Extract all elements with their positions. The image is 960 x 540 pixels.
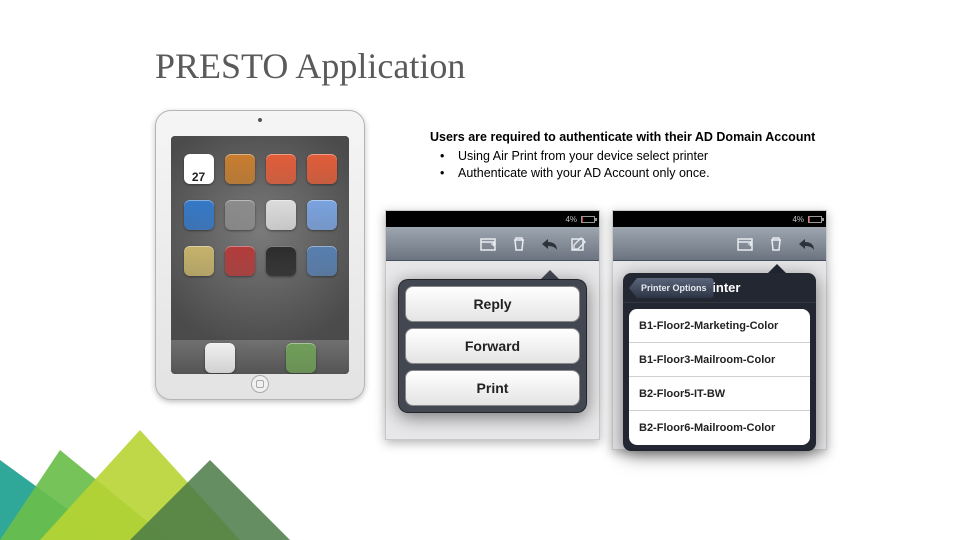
app-icon[interactable] (307, 200, 337, 230)
app-icon[interactable] (307, 154, 337, 184)
reply-button[interactable]: Reply (405, 286, 580, 322)
printer-row[interactable]: B1-Floor2-Marketing-Color (629, 309, 810, 343)
app-icon[interactable] (266, 246, 296, 276)
printer-row[interactable]: B2-Floor6-Mailroom-Color (629, 411, 810, 445)
folder-move-icon[interactable] (734, 233, 758, 255)
app-icon[interactable] (266, 200, 296, 230)
trash-icon[interactable] (764, 233, 788, 255)
printer-row[interactable]: B2-Floor5-IT-BW (629, 377, 810, 411)
battery-icon (581, 216, 595, 223)
action-sheet: Reply Forward Print (398, 279, 587, 413)
nav-bar (386, 227, 599, 261)
decorative-shapes (0, 390, 300, 540)
print-button[interactable]: Print (405, 370, 580, 406)
ipad-home-screen: 27 (171, 136, 349, 374)
battery-icon (808, 216, 822, 223)
ipad-frame: 27 (155, 110, 365, 400)
iphone-printerlist-screenshot: 4% Printer Options Printer B1-Floor2-Mar… (612, 210, 827, 450)
description-bullet: Authenticate with your AD Account only o… (458, 165, 850, 182)
reply-icon[interactable] (537, 233, 561, 255)
app-icon[interactable] (184, 200, 214, 230)
app-icon[interactable] (266, 154, 296, 184)
description-lead: Users are required to authenticate with … (430, 129, 850, 146)
reply-icon[interactable] (794, 233, 818, 255)
app-icon[interactable] (225, 154, 255, 184)
home-button[interactable] (251, 375, 269, 393)
status-bar: 4% (386, 211, 599, 227)
app-icon[interactable] (307, 246, 337, 276)
back-button[interactable]: Printer Options (629, 278, 714, 298)
app-icon[interactable] (286, 343, 316, 373)
printer-row[interactable]: B1-Floor3-Mailroom-Color (629, 343, 810, 377)
folder-move-icon[interactable] (477, 233, 501, 255)
nav-bar (613, 227, 826, 261)
battery-percent: 4% (792, 215, 804, 224)
forward-button[interactable]: Forward (405, 328, 580, 364)
app-icon[interactable] (225, 246, 255, 276)
battery-percent: 4% (565, 215, 577, 224)
trash-icon[interactable] (507, 233, 531, 255)
printer-popover: Printer Options Printer B1-Floor2-Market… (623, 273, 816, 451)
printer-list: B1-Floor2-Marketing-Color B1-Floor3-Mail… (629, 309, 810, 445)
ipad-dock (171, 340, 349, 374)
iphone-actionsheet-screenshot: 4% Reply Forward Print (385, 210, 600, 440)
app-icon[interactable] (184, 246, 214, 276)
description-bullet: Using Air Print from your device select … (458, 148, 850, 165)
camera-dot (258, 118, 262, 122)
description-block: Users are required to authenticate with … (430, 129, 850, 182)
calendar-app-icon[interactable]: 27 (184, 154, 214, 184)
compose-icon[interactable] (567, 233, 591, 255)
status-bar: 4% (613, 211, 826, 227)
page-title: PRESTO Application (155, 45, 465, 87)
app-icon[interactable] (205, 343, 235, 373)
app-icon[interactable] (225, 200, 255, 230)
